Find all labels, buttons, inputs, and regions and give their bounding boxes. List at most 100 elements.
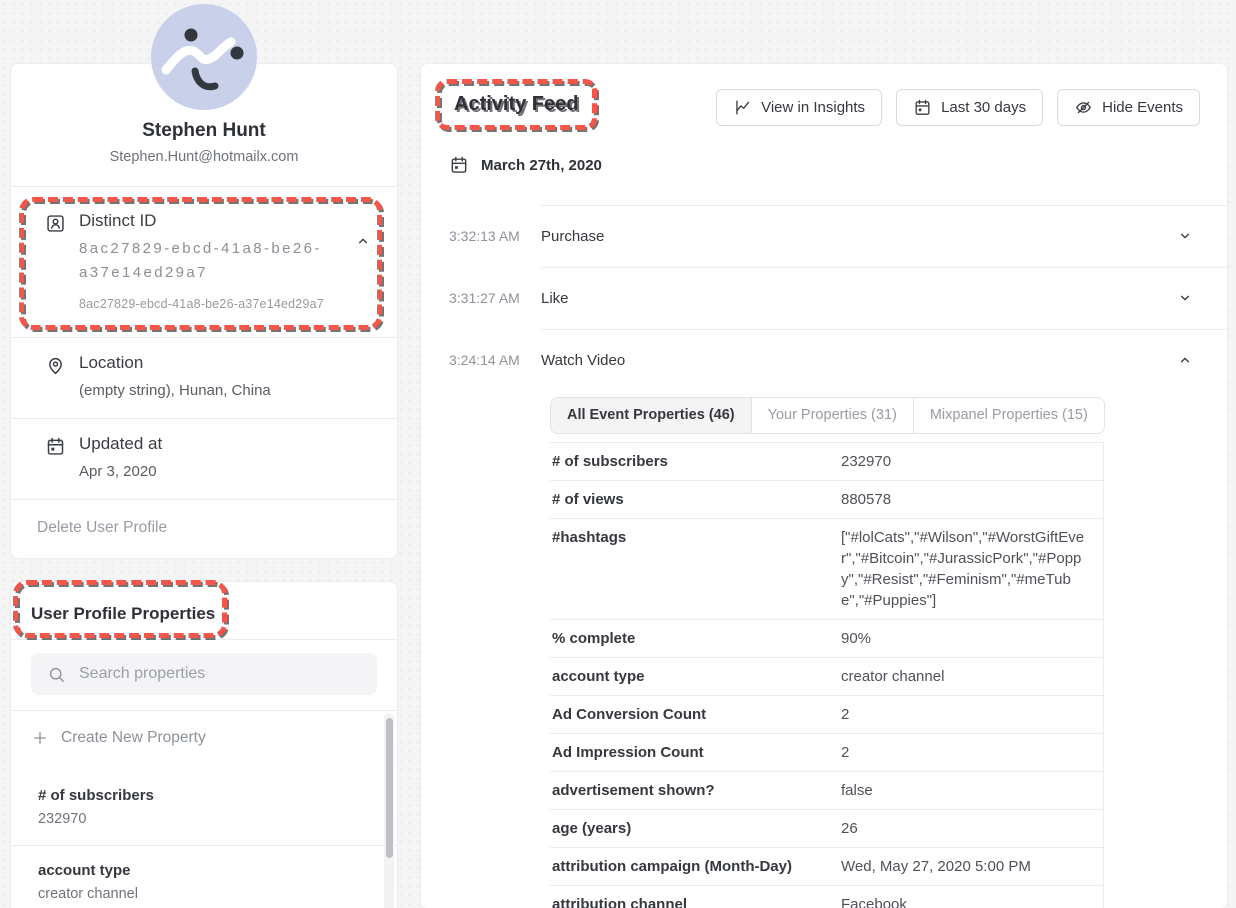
event-row[interactable]: 3:32:13 AM Purchase (421, 205, 1227, 267)
event-properties-table: # of subscribers 232970 # of views 88057… (550, 442, 1104, 908)
table-row: advertisement shown? false (550, 772, 1103, 810)
property-key: # of views (550, 481, 841, 518)
hide-events-button[interactable]: Hide Events (1057, 89, 1200, 126)
calendar-icon (913, 98, 932, 117)
table-row: #hashtags ["#lolCats","#Wilson","#WorstG… (550, 519, 1103, 620)
header-buttons: View in Insights Last 30 days Hide Event… (716, 89, 1200, 126)
search-properties-input[interactable] (79, 665, 361, 683)
chevron-up-icon (353, 231, 373, 251)
event-properties-tabs: All Event Properties (46) Your Propertie… (550, 397, 1105, 434)
view-in-insights-button[interactable]: View in Insights (716, 89, 882, 126)
property-value: 880578 (841, 481, 1103, 518)
calendar-icon (45, 436, 66, 482)
table-row: Ad Conversion Count 2 (550, 696, 1103, 734)
line-chart-icon (733, 98, 752, 117)
date-group-label: March 27th, 2020 (481, 157, 602, 174)
event-name: Watch Video (541, 352, 625, 369)
chevron-down-icon (1175, 288, 1195, 308)
location-value: (empty string), Hunan, China (79, 380, 271, 401)
table-row: attribution channel Facebook (550, 886, 1103, 908)
property-key: age (years) (550, 810, 841, 847)
property-key: # of subscribers (550, 443, 841, 480)
plus-icon (31, 729, 49, 747)
property-key: attribution channel (550, 886, 841, 908)
event-time: 3:24:14 AM (449, 352, 541, 368)
properties-list: Create New Property # of subscribers 232… (11, 711, 397, 908)
event-properties-panel: All Event Properties (46) Your Propertie… (550, 397, 1104, 908)
create-new-property-label: Create New Property (61, 729, 206, 747)
distinct-id-section: Distinct ID 8ac27829-ebcd-41a8-be26-a37e… (11, 187, 397, 337)
chevron-up-icon (1175, 350, 1195, 370)
scrollbar-thumb[interactable] (386, 718, 393, 858)
table-row: age (years) 26 (550, 810, 1103, 848)
property-key: attribution campaign (Month-Day) (550, 848, 841, 885)
tab-your-properties[interactable]: Your Properties (31) (752, 398, 914, 433)
property-value: 2 (841, 734, 1103, 771)
button-label: Hide Events (1102, 99, 1183, 116)
distinct-id-value: 8ac27829-ebcd-41a8-be26-a37e14ed29a7 (79, 237, 351, 285)
location-pin-icon (45, 355, 66, 401)
distinct-id-body: Distinct ID 8ac27829-ebcd-41a8-be26-a37e… (79, 211, 351, 311)
property-key: % complete (550, 620, 841, 657)
delete-user-profile-button[interactable]: Delete User Profile (11, 500, 397, 558)
smiley-chart-avatar-icon (151, 4, 257, 110)
table-row: # of views 880578 (550, 481, 1103, 519)
activity-feed-header: Activity Feed View in Insights Last 30 d… (421, 64, 1227, 130)
button-label: Last 30 days (941, 99, 1026, 116)
event-row[interactable]: 3:31:27 AM Like (421, 267, 1227, 329)
scrollbar-track (384, 713, 394, 908)
user-email: Stephen.Hunt@hotmailx.com (11, 149, 397, 186)
location-section: Location (empty string), Hunan, China (11, 338, 397, 418)
expand-event-button[interactable] (1175, 288, 1195, 308)
activity-feed-title: Activity Feed (454, 93, 578, 115)
calendar-icon (449, 155, 469, 175)
search-properties-box[interactable] (31, 653, 377, 695)
distinct-id-label: Distinct ID (79, 211, 351, 231)
user-profile-properties-card: User Profile Properties Create New Prope… (10, 581, 398, 908)
location-label: Location (79, 353, 271, 373)
tab-all-event-properties[interactable]: All Event Properties (46) (551, 398, 752, 433)
table-row: account type creator channel (550, 658, 1103, 696)
properties-title-row: User Profile Properties (11, 582, 397, 639)
property-value: ["#lolCats","#Wilson","#WorstGiftEver","… (841, 519, 1103, 619)
event-name: Purchase (541, 228, 604, 245)
event-row-expanded[interactable]: 3:24:14 AM Watch Video (421, 329, 1227, 391)
expand-event-button[interactable] (1175, 226, 1195, 246)
date-group-header: March 27th, 2020 (449, 155, 1199, 175)
create-new-property-button[interactable]: Create New Property (11, 711, 397, 771)
tab-mixpanel-properties[interactable]: Mixpanel Properties (15) (914, 398, 1104, 433)
property-key: Ad Impression Count (550, 734, 841, 771)
table-row: # of subscribers 232970 (550, 443, 1103, 481)
event-name: Like (541, 290, 569, 307)
property-value: Wed, May 27, 2020 5:00 PM (841, 848, 1103, 885)
property-value: Facebook (841, 886, 1103, 908)
property-value: 90% (841, 620, 1103, 657)
collapse-distinct-id-button[interactable] (353, 231, 375, 253)
property-value: 232970 (841, 443, 1103, 480)
property-key: account type (550, 658, 841, 695)
property-name: # of subscribers (38, 787, 370, 804)
annotation-activity-feed: Activity Feed (435, 79, 597, 130)
search-icon (47, 665, 66, 684)
properties-panel-title: User Profile Properties (31, 604, 377, 624)
user-profile-card: Stephen Hunt Stephen.Hunt@hotmailx.com D… (10, 63, 398, 559)
id-badge-icon (45, 213, 66, 311)
property-item[interactable]: # of subscribers 232970 (11, 771, 397, 846)
property-item[interactable]: account type creator channel (11, 846, 397, 908)
user-name: Stephen Hunt (11, 120, 397, 142)
property-value: creator channel (841, 658, 1103, 695)
property-value: creator channel (38, 886, 370, 902)
property-value: 26 (841, 810, 1103, 847)
event-time: 3:31:27 AM (449, 290, 541, 306)
property-value: 2 (841, 696, 1103, 733)
collapse-event-button[interactable] (1175, 350, 1195, 370)
table-row: % complete 90% (550, 620, 1103, 658)
eye-off-icon (1074, 98, 1093, 117)
property-key: #hashtags (550, 519, 841, 619)
updated-at-label: Updated at (79, 434, 162, 454)
date-range-button[interactable]: Last 30 days (896, 89, 1043, 126)
event-time: 3:32:13 AM (449, 228, 541, 244)
property-value: 232970 (38, 811, 370, 827)
property-name: account type (38, 862, 370, 879)
updated-at-value: Apr 3, 2020 (79, 461, 162, 482)
